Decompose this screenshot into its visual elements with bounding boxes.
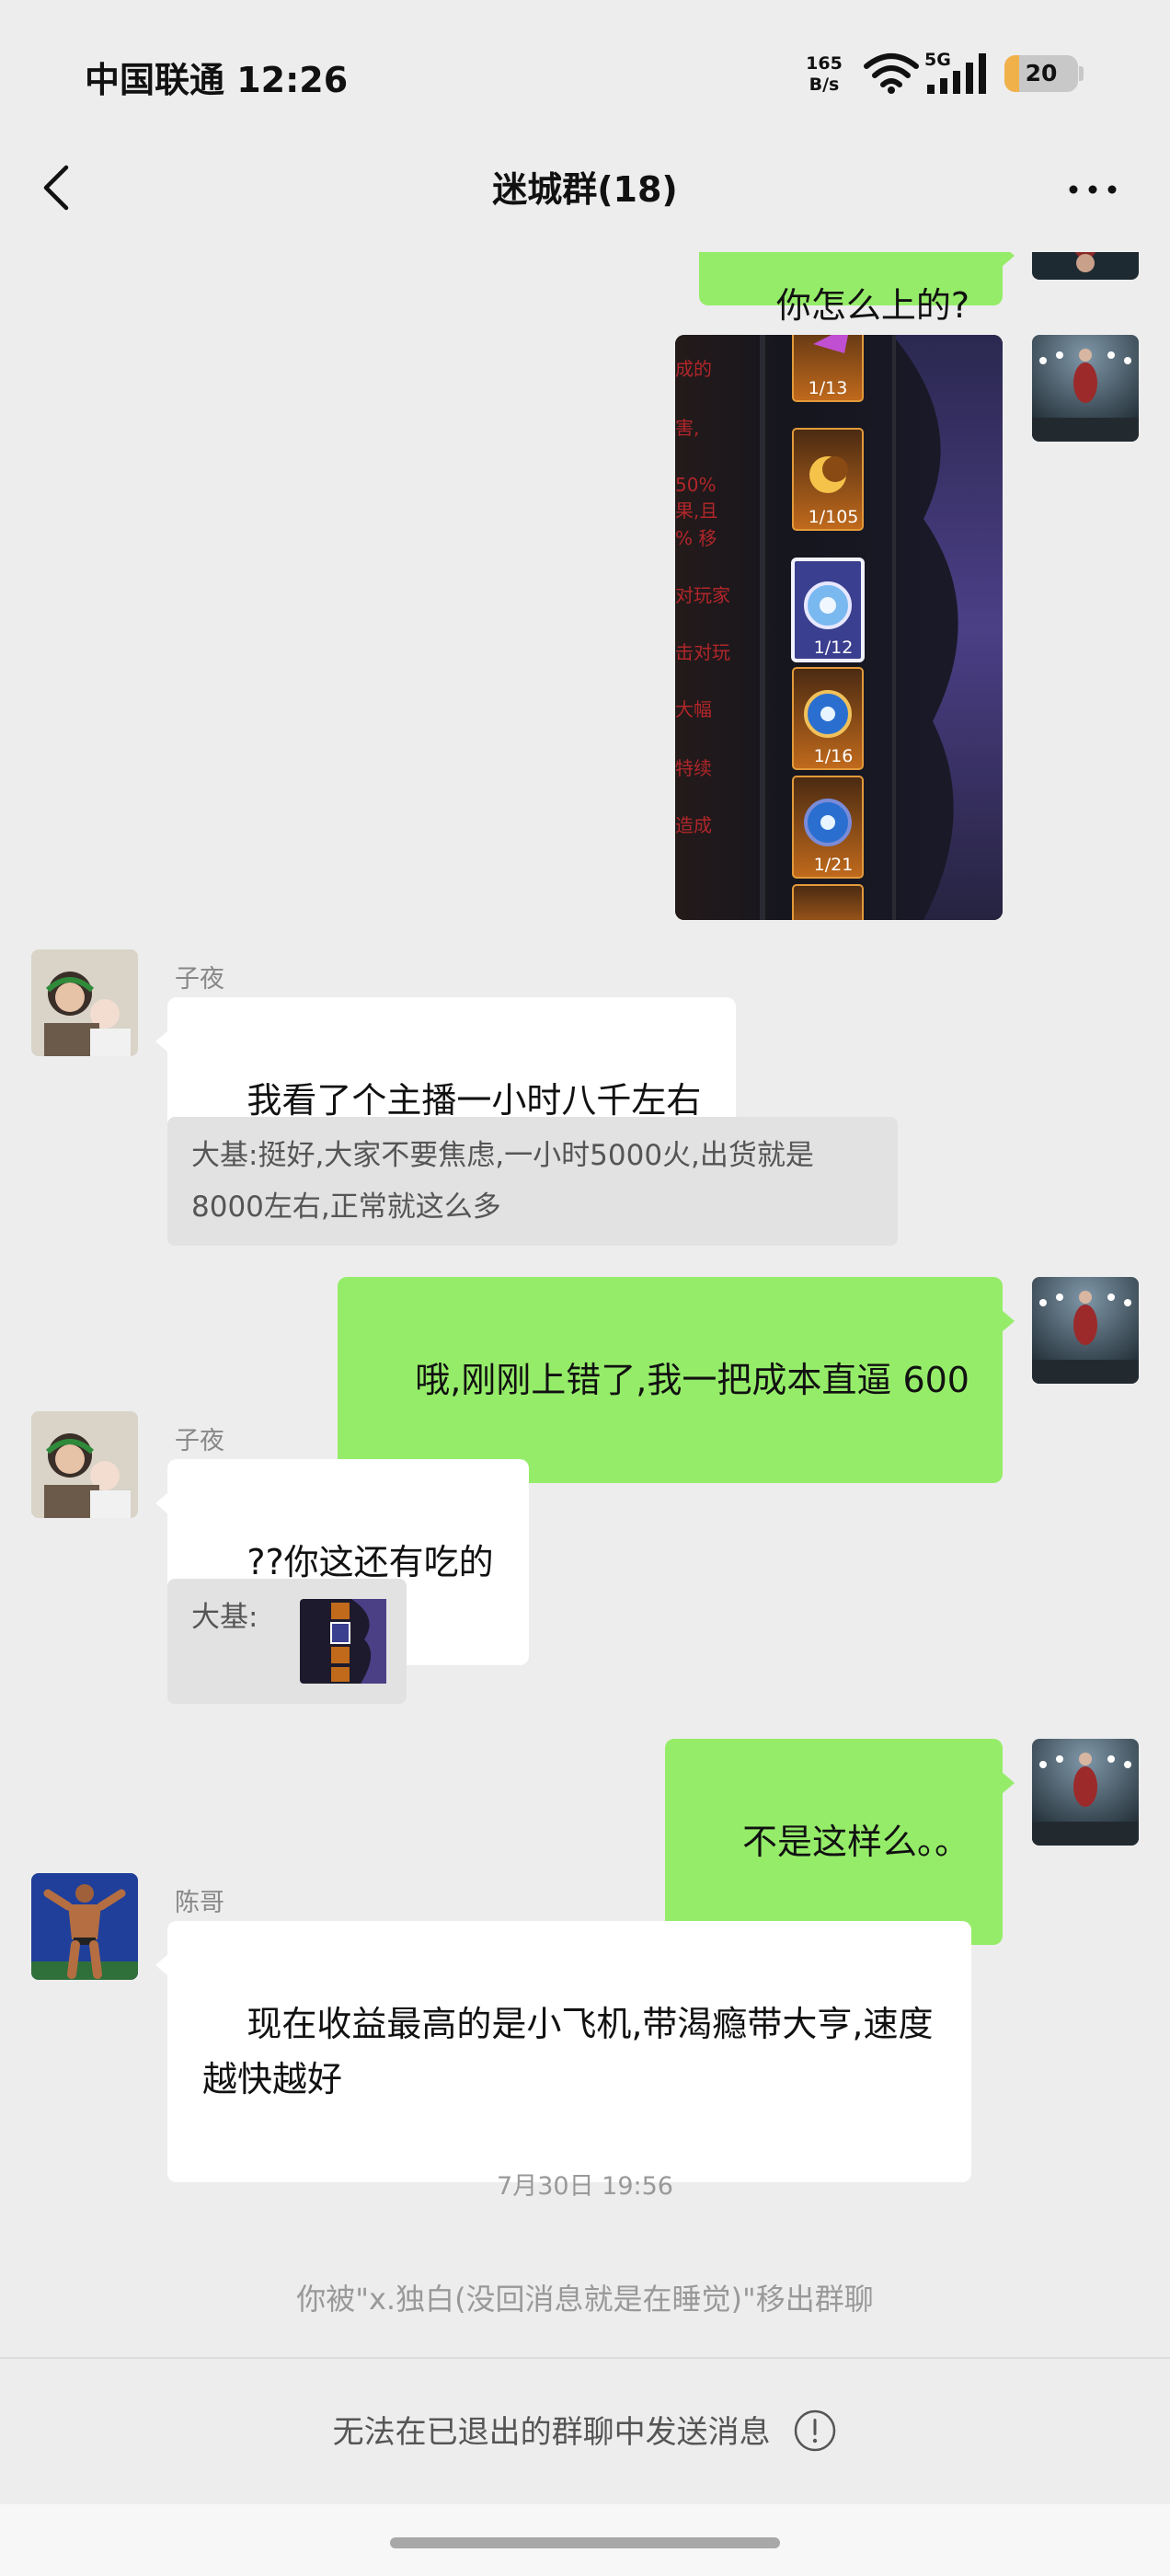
avatar-image [1032, 252, 1139, 280]
avatar-self[interactable] [1032, 335, 1139, 442]
side-text: 特续 [675, 757, 712, 779]
sender-name: 子夜 [175, 1427, 224, 1455]
chevron-left-icon[interactable] [37, 162, 77, 213]
avatar-chenge[interactable] [31, 1873, 138, 1980]
avatar-self[interactable] [1032, 1277, 1139, 1384]
message-text: 我看了个主播一小时八千左右 [247, 1080, 702, 1121]
avatar-image [1032, 1739, 1139, 1846]
quoted-image-thumbnail[interactable] [300, 1599, 386, 1684]
carrier-time: 中国联通 12:26 [85, 60, 349, 100]
wifi-icon [864, 53, 919, 94]
home-indicator [0, 2504, 1170, 2576]
item-count: 1/16 [814, 746, 854, 766]
message-bubble-incoming[interactable]: 现在收益最高的是小飞机,带渴瘾带大亨,速度越快越好 [155, 1921, 971, 2182]
message-bubble-outgoing[interactable]: 哦,刚刚上错了,我一把成本直逼 600 [337, 1277, 1015, 1483]
item-count: 1/12 [814, 638, 854, 658]
message-text: ??你这还有吃的 [247, 1542, 494, 1582]
home-bar[interactable] [390, 2537, 780, 2548]
side-text: 击对玩 [675, 641, 730, 663]
avatar-ziye[interactable] [31, 949, 138, 1056]
quoted-text: 大基:挺好,大家不要焦虑,一小时5000火,出货就是8000左右,正常就这么多 [191, 1139, 814, 1224]
message-text: 现在收益最高的是小飞机,带渴瘾带大亨,速度越快越好 [202, 2004, 934, 2099]
side-text: 对玩家 [675, 584, 730, 606]
chat-message-list[interactable]: 你怎么上的? 成的 害, 50% 果,且 % 移 对玩家 击对玩 大幅 特续 造… [0, 252, 1170, 2357]
avatar-self[interactable] [1032, 252, 1139, 280]
sender-name: 陈哥 [175, 1889, 224, 1917]
message-text: 你怎么上的? [775, 285, 969, 326]
battery-level: 20 [1025, 60, 1058, 86]
avatar-image [31, 949, 138, 1056]
cellular-signal-icon: 5G [924, 50, 986, 94]
item-count: 1/21 [814, 855, 854, 875]
sender-name: 子夜 [175, 965, 224, 994]
input-disabled-bar: 无法在已退出的群聊中发送消息 [0, 2357, 1170, 2506]
network-speed-unit: B/s [809, 75, 840, 95]
input-disabled-notice: 无法在已退出的群聊中发送消息 [0, 2407, 1170, 2456]
quoted-reply[interactable]: 大基: [167, 1579, 407, 1704]
battery-cap [1079, 66, 1084, 81]
battery-indicator: 20 [1004, 55, 1078, 92]
item-count: 1/13 [809, 378, 848, 398]
time-separator: 7月30日 19:56 [497, 2172, 673, 2201]
side-text: 50% [675, 474, 716, 496]
quoted-text: 大基: [191, 1601, 258, 1634]
quoted-reply[interactable]: 大基:挺好,大家不要焦虑,一小时5000火,出货就是8000左右,正常就这么多 [167, 1117, 898, 1246]
side-text: % 移 [675, 527, 717, 549]
game-screenshot: 成的 害, 50% 果,且 % 移 对玩家 击对玩 大幅 特续 造成 1/13 … [675, 335, 1003, 920]
avatar-self[interactable] [1032, 1739, 1139, 1846]
side-text: 害, [675, 417, 699, 439]
side-text: 造成 [675, 814, 712, 836]
more-horizontal-icon[interactable] [1067, 180, 1118, 199]
message-bubble-outgoing[interactable]: 不是这样么。。 [664, 1739, 1015, 1945]
info-circle-icon[interactable] [793, 2409, 837, 2453]
message-image[interactable]: 成的 害, 50% 果,且 % 移 对玩家 击对玩 大幅 特续 造成 1/13 … [675, 335, 1003, 920]
avatar-image [31, 1411, 138, 1518]
side-text: 成的 [675, 358, 712, 380]
message-bubble-outgoing[interactable]: 你怎么上的? [698, 252, 1015, 326]
item-count: 1/105 [809, 507, 859, 527]
message-text: 哦,刚刚上错了,我一把成本直逼 600 [415, 1360, 969, 1400]
network-type-label: 5G [924, 50, 951, 70]
avatar-image [31, 1873, 138, 1980]
system-notice: 你被"x.独白(没回消息就是在睡觉)"移出群聊 [296, 2282, 874, 2317]
message-text: 不是这样么。。 [741, 1822, 969, 1862]
avatar-image [1032, 335, 1139, 442]
network-speed: 165 B/s [802, 53, 846, 96]
side-text: 大幅 [675, 698, 712, 720]
network-speed-value: 165 [806, 53, 843, 74]
side-text: 果,且 [675, 500, 717, 522]
input-disabled-text: 无法在已退出的群聊中发送消息 [332, 2414, 771, 2451]
avatar-image [1032, 1277, 1139, 1384]
avatar-ziye[interactable] [31, 1411, 138, 1518]
chat-title: 迷城群(18) [492, 169, 678, 210]
